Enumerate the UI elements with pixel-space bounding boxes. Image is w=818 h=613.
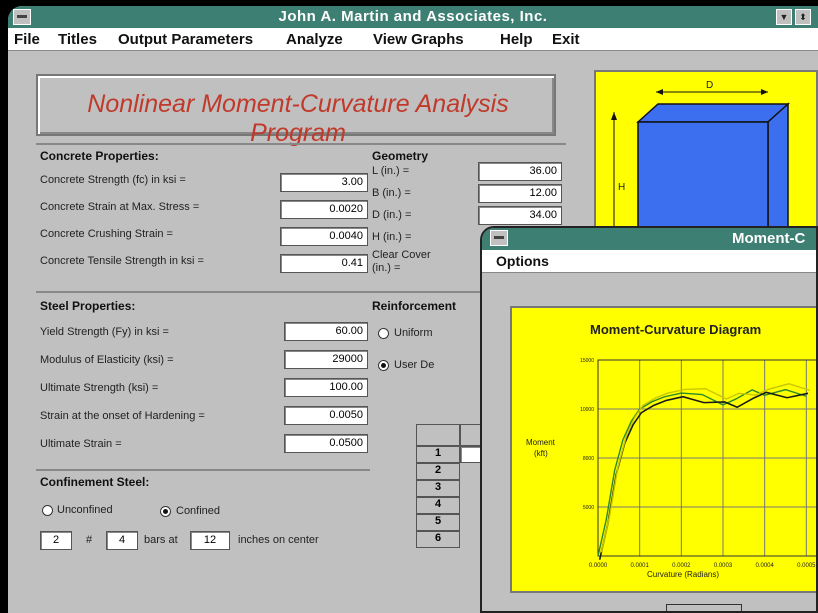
concrete-strength-field[interactable]: 3.00 bbox=[280, 173, 368, 192]
user-defined-label: User De bbox=[394, 359, 435, 371]
modulus-field[interactable]: 29000 bbox=[284, 350, 368, 369]
geometry-b-label: B (in.) = bbox=[372, 187, 411, 199]
ultimate-strength-field[interactable]: 100.00 bbox=[284, 378, 368, 397]
concrete-strain-label: Concrete Strain at Max. Stress = bbox=[40, 201, 200, 213]
tensile-strength-label: Concrete Tensile Strength in ksi = bbox=[40, 255, 204, 267]
menu-options[interactable]: Options bbox=[496, 253, 549, 269]
moment-curvature-window: Moment-C Options Moment-Curvature Diagra… bbox=[480, 226, 818, 613]
series-line bbox=[598, 391, 809, 560]
ultimate-strain-label: Ultimate Strain = bbox=[40, 438, 122, 450]
x-tick-label: 0.0003 bbox=[714, 563, 733, 569]
bars-count-field[interactable]: 2 bbox=[40, 531, 72, 550]
spacing-field[interactable]: 12 bbox=[190, 531, 230, 550]
clear-cover-unit-label: (in.) = bbox=[372, 262, 401, 274]
menu-exit[interactable]: Exit bbox=[552, 31, 580, 48]
menu-analyze[interactable]: Analyze bbox=[286, 31, 343, 48]
x-tick-label: 0.0004 bbox=[755, 563, 774, 569]
diagram-h-label: H bbox=[618, 182, 626, 193]
y-tick-label: 15000 bbox=[580, 358, 594, 364]
child-button[interactable] bbox=[666, 604, 742, 611]
program-title: Nonlinear Moment-Curvature Analysis Prog… bbox=[87, 90, 509, 147]
series-line bbox=[597, 388, 807, 557]
table-row-header[interactable]: 3 bbox=[416, 480, 460, 497]
child-menu-bar: Options bbox=[482, 250, 816, 273]
x-tick-label: 0.0001 bbox=[630, 563, 649, 569]
steel-section: Steel Properties: Yield Strength (Fy) in… bbox=[36, 291, 370, 463]
diagram-d-label: D bbox=[706, 80, 714, 91]
plot-panel: Moment-Curvature Diagram Moment (kft) Cu… bbox=[510, 306, 816, 593]
geometry-h-label: H (in.) = bbox=[372, 231, 412, 243]
uniform-radio[interactable] bbox=[378, 328, 389, 339]
crushing-strain-field[interactable]: 0.0040 bbox=[280, 227, 368, 246]
reinforcement-title: Reinforcement bbox=[372, 299, 457, 313]
y-tick-label: 8000 bbox=[583, 456, 594, 462]
table-row-header[interactable]: 5 bbox=[416, 514, 460, 531]
concrete-strength-label: Concrete Strength (fc) in ksi = bbox=[40, 174, 186, 186]
ultimate-strength-label: Ultimate Strength (ksi) = bbox=[40, 382, 159, 394]
concrete-section: Concrete Properties: Concrete Strength (… bbox=[36, 143, 370, 275]
yield-strength-label: Yield Strength (Fy) in ksi = bbox=[40, 326, 169, 338]
child-window-title: Moment-C bbox=[732, 230, 806, 247]
confinement-title: Confinement Steel: bbox=[40, 475, 150, 489]
y-tick-label: 5000 bbox=[583, 505, 594, 511]
x-tick-label: 0.0005 bbox=[797, 563, 816, 569]
unconfined-label: Unconfined bbox=[57, 504, 113, 516]
hardening-strain-field[interactable]: 0.0050 bbox=[284, 406, 368, 425]
geometry-b-field[interactable]: 12.00 bbox=[478, 184, 562, 203]
menu-view-graphs[interactable]: View Graphs bbox=[373, 31, 464, 48]
confinement-section: Confinement Steel: Unconfined Confined 2… bbox=[36, 469, 370, 571]
moment-curvature-plot: 0.0000 0.0001 0.0002 0.0003 0.0004 0.0005 1500… bbox=[580, 358, 816, 569]
geometry-d-field[interactable]: 34.00 bbox=[478, 206, 562, 225]
geometry-title: Geometry bbox=[372, 149, 429, 163]
table-row-header[interactable]: 2 bbox=[416, 463, 460, 480]
bar-hash-label: # bbox=[86, 534, 93, 546]
menu-titles[interactable]: Titles bbox=[58, 31, 97, 48]
maximize-button[interactable]: ⬍ bbox=[795, 9, 811, 25]
geometry-l-label: L (in.) = bbox=[372, 165, 410, 177]
user-defined-radio[interactable] bbox=[378, 360, 389, 371]
program-banner: Nonlinear Moment-Curvature Analysis Prog… bbox=[36, 74, 556, 147]
concrete-strain-field[interactable]: 0.0020 bbox=[280, 200, 368, 219]
table-corner bbox=[416, 424, 460, 446]
menu-help[interactable]: Help bbox=[500, 31, 533, 48]
table-row-header[interactable]: 6 bbox=[416, 531, 460, 548]
child-system-menu-button[interactable] bbox=[490, 230, 508, 246]
geometry-d-label: D (in.) = bbox=[372, 209, 412, 221]
table-row-header[interactable]: 4 bbox=[416, 497, 460, 514]
bars-at-label: bars at bbox=[144, 534, 178, 546]
menu-output-parameters[interactable]: Output Parameters bbox=[118, 31, 253, 48]
window-title: John A. Martin and Associates, Inc. bbox=[278, 8, 548, 25]
clear-cover-label: Clear Cover bbox=[372, 249, 431, 261]
yield-strength-field[interactable]: 60.00 bbox=[284, 322, 368, 341]
title-bar: John A. Martin and Associates, Inc. ▼ ⬍ bbox=[8, 6, 818, 28]
bar-size-field[interactable]: 4 bbox=[106, 531, 138, 550]
concrete-title: Concrete Properties: bbox=[40, 149, 159, 163]
modulus-label: Modulus of Elasticity (ksi) = bbox=[40, 354, 174, 366]
unconfined-radio[interactable] bbox=[42, 505, 53, 516]
table-row-header[interactable]: 1 bbox=[416, 446, 460, 463]
y-tick-label: 10000 bbox=[580, 407, 594, 413]
ultimate-strain-field[interactable]: 0.0500 bbox=[284, 434, 368, 453]
crushing-strain-label: Concrete Crushing Strain = bbox=[40, 228, 173, 240]
hardening-strain-label: Strain at the onset of Hardening = bbox=[40, 410, 205, 422]
geometry-l-field[interactable]: 36.00 bbox=[478, 162, 562, 181]
x-tick-label: 0.0000 bbox=[589, 563, 608, 569]
steel-title: Steel Properties: bbox=[40, 299, 136, 313]
menu-file[interactable]: File bbox=[14, 31, 40, 48]
child-title-bar: Moment-C bbox=[482, 228, 816, 250]
confined-label: Confined bbox=[176, 505, 221, 517]
confined-radio[interactable] bbox=[160, 506, 171, 517]
x-tick-label: 0.0002 bbox=[672, 563, 691, 569]
uniform-label: Uniform bbox=[394, 327, 433, 339]
spacing-suffix-label: inches on center bbox=[238, 534, 319, 546]
menu-bar: File Titles Output Parameters Analyze Vi… bbox=[8, 28, 818, 51]
minimize-button[interactable]: ▼ bbox=[776, 9, 792, 25]
tensile-strength-field[interactable]: 0.41 bbox=[280, 254, 368, 273]
